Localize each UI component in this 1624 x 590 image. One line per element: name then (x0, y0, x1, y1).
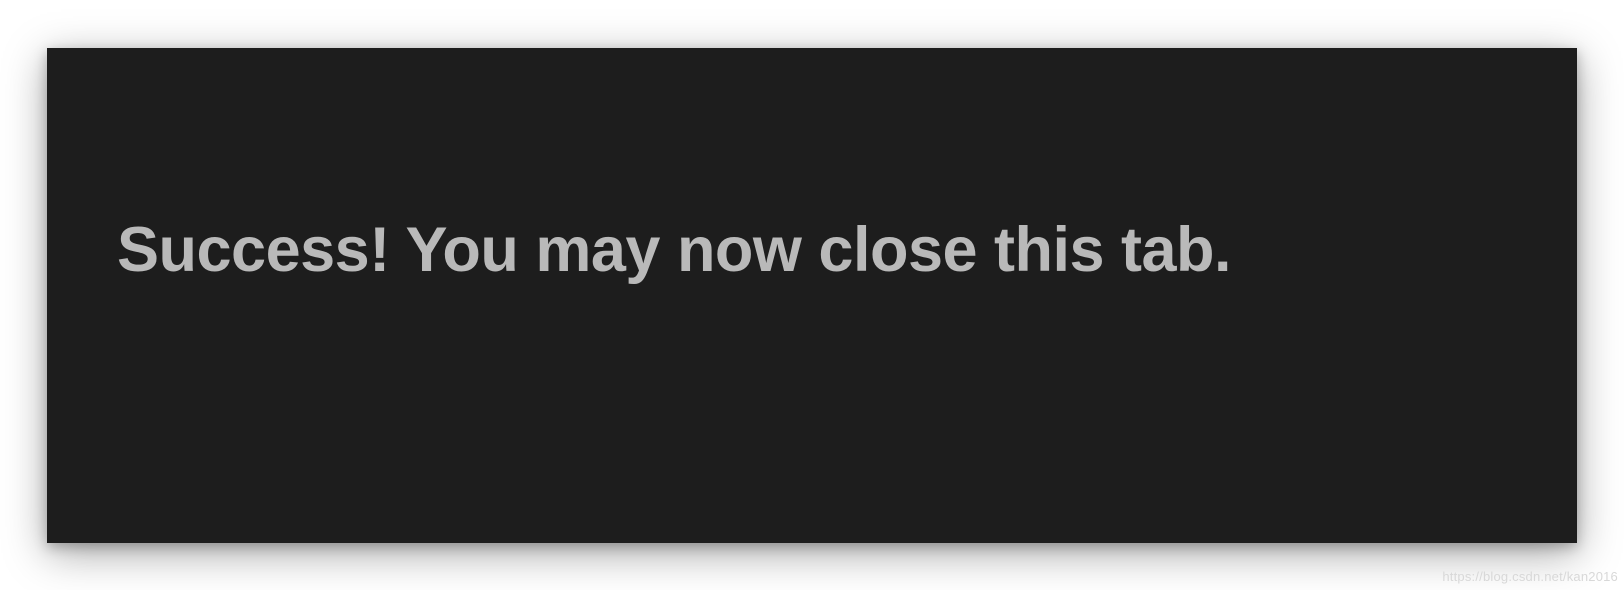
success-panel: Success! You may now close this tab. (47, 48, 1577, 543)
success-message: Success! You may now close this tab. (117, 213, 1507, 289)
watermark-text: https://blog.csdn.net/kan2016 (1442, 569, 1618, 584)
